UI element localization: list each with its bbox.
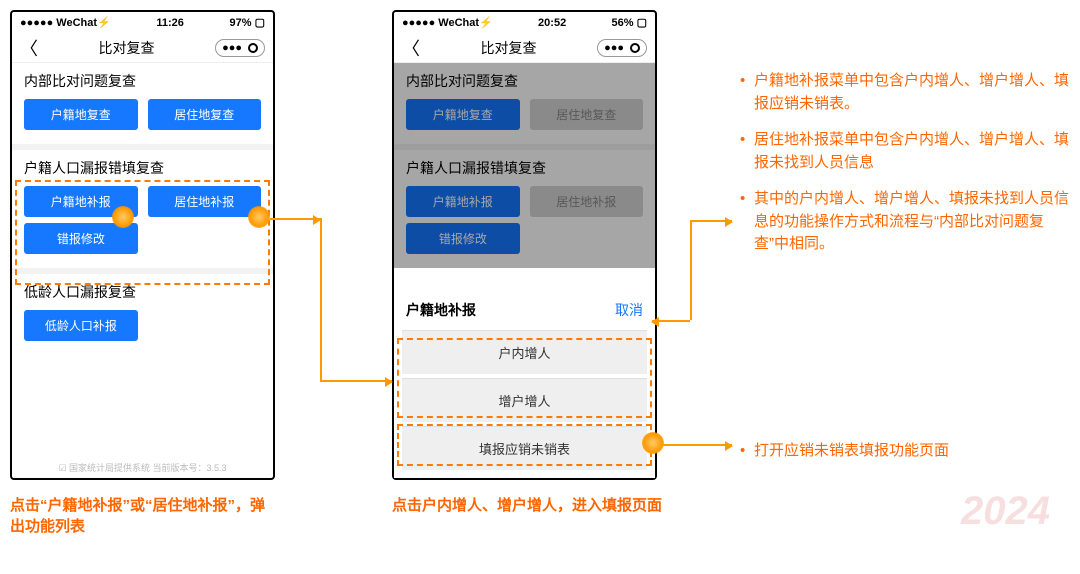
section-huji-miss: 户籍人口漏报错填复查 户籍地补报 居住地补报 错报修改 xyxy=(12,150,273,268)
page-title: 比对复查 xyxy=(99,38,155,58)
page-title: 比对复查 xyxy=(481,38,537,58)
caption-left: 点击“户籍地补报”或“居住地补报”，弹出功能列表 xyxy=(10,495,270,537)
time-label: 11:26 xyxy=(156,17,184,29)
sheet-cancel-button[interactable]: 取消 xyxy=(615,300,643,320)
phone-left: ●●●●● WeChat⚡ 11:26 97% ▢ 〈 比对复查 ●●● 内部比… xyxy=(10,10,275,480)
arrow-connector xyxy=(690,220,732,222)
section-title: 户籍人口漏报错填复查 xyxy=(24,158,261,178)
back-icon[interactable]: 〈 xyxy=(20,35,38,61)
bullet-text: 居住地补报菜单中包含户内增人、增户增人、填报未找到人员信息 xyxy=(754,129,1070,174)
sheet-item-yingxiao[interactable]: 填报应销未销表 xyxy=(402,426,647,470)
target-icon xyxy=(630,43,640,53)
time-label: 20:52 xyxy=(538,17,566,29)
sheet-item-hunei[interactable]: 户内增人 xyxy=(402,330,647,374)
bullet-text: 其中的户内增人、增户增人、填报未找到人员信息的功能操作方式和流程与“内部比对问题… xyxy=(754,188,1070,256)
status-bar: ●●●●● WeChat⚡ 11:26 97% ▢ xyxy=(12,12,273,33)
sheet-title: 户籍地补报 xyxy=(406,300,476,320)
dots-icon: ●●● xyxy=(604,42,624,54)
bullet-text: 户籍地补报菜单中包含户内增人、增户增人、填报应销未销表。 xyxy=(754,70,1070,115)
cuobao-button[interactable]: 错报修改 xyxy=(24,223,138,254)
arrow-connector xyxy=(662,444,732,446)
arrow-connector xyxy=(652,320,690,322)
section-title: 内部比对问题复查 xyxy=(24,71,261,91)
back-icon[interactable]: 〈 xyxy=(402,35,420,61)
watermark-year: 2024 xyxy=(961,489,1050,534)
arrow-connector xyxy=(320,218,322,380)
battery-label: 56% ▢ xyxy=(612,16,647,29)
status-bar: ●●●●● WeChat⚡ 20:52 56% ▢ xyxy=(394,12,655,33)
title-bar: 〈 比对复查 ●●● xyxy=(394,33,655,63)
juzhu-review-button[interactable]: 居住地复查 xyxy=(148,99,262,130)
capsule-button[interactable]: ●●● xyxy=(215,39,265,57)
arrow-connector xyxy=(270,218,320,220)
bullet-list: •户籍地补报菜单中包含户内增人、增户增人、填报应销未销表。 •居住地补报菜单中包… xyxy=(740,70,1070,270)
carrier-label: ●●●●● WeChat⚡ xyxy=(20,16,111,29)
bullet-list-bottom: •打开应销未销表填报功能页面 xyxy=(740,440,1070,477)
arrow-connector xyxy=(690,220,692,320)
juzhu-bubao-button[interactable]: 居住地补报 xyxy=(148,186,262,217)
bullet-icon: • xyxy=(740,188,754,256)
dots-icon: ●●● xyxy=(222,42,242,54)
arrow-connector xyxy=(320,380,392,382)
battery-label: 97% ▢ xyxy=(230,16,265,29)
action-sheet: 户籍地补报 取消 户内增人 增户增人 填报应销未销表 xyxy=(394,290,655,478)
modal-overlay[interactable] xyxy=(394,63,655,268)
caption-right: 点击户内增人、增户增人，进入填报页面 xyxy=(392,495,672,516)
diling-bubao-button[interactable]: 低龄人口补报 xyxy=(24,310,138,341)
capsule-button[interactable]: ●●● xyxy=(597,39,647,57)
section-internal-review: 内部比对问题复查 户籍地复查 居住地复查 xyxy=(12,63,273,144)
bullet-icon: • xyxy=(740,129,754,174)
huji-review-button[interactable]: 户籍地复查 xyxy=(24,99,138,130)
phone-right: ●●●●● WeChat⚡ 20:52 56% ▢ 〈 比对复查 ●●● 内部比… xyxy=(392,10,657,480)
sheet-item-zenghu[interactable]: 增户增人 xyxy=(402,378,647,422)
title-bar: 〈 比对复查 ●●● xyxy=(12,33,273,63)
huji-bubao-button[interactable]: 户籍地补报 xyxy=(24,186,138,217)
section-title: 低龄人口漏报复查 xyxy=(24,282,261,302)
footer-version: ☑ 国家统计局提供系统 当前版本号：3.5.3 xyxy=(12,461,273,474)
section-diling: 低龄人口漏报复查 低龄人口补报 xyxy=(12,274,273,355)
bullet-text: 打开应销未销表填报功能页面 xyxy=(754,440,949,463)
carrier-label: ●●●●● WeChat⚡ xyxy=(402,16,493,29)
bullet-icon: • xyxy=(740,70,754,115)
target-icon xyxy=(248,43,258,53)
bullet-icon: • xyxy=(740,440,754,463)
